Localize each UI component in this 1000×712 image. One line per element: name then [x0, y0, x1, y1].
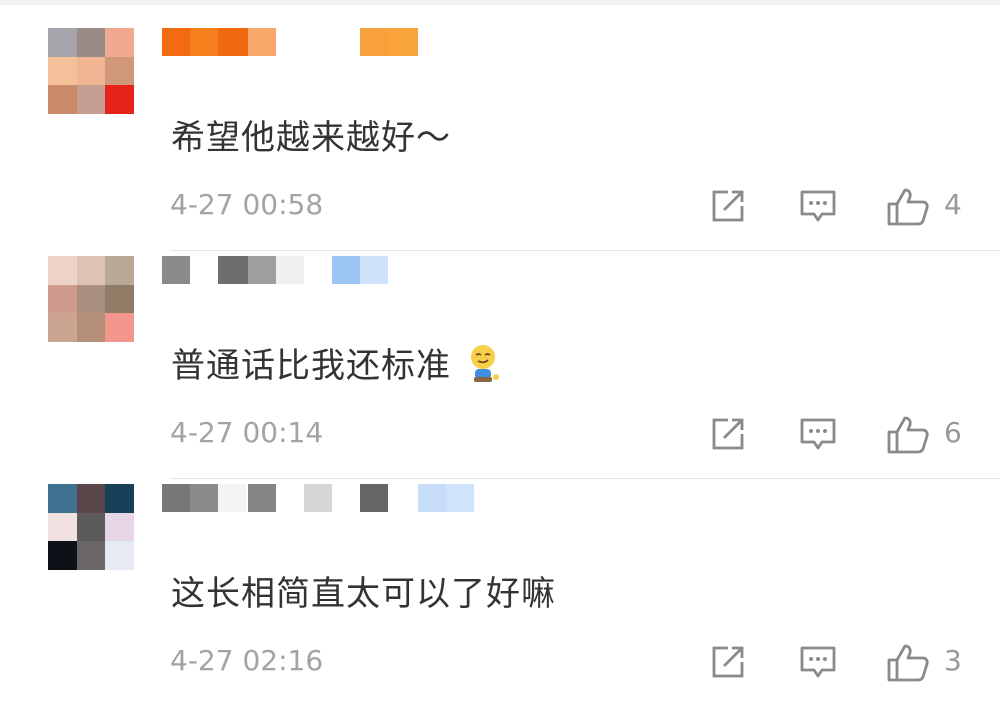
- avatar-pixel: [105, 512, 134, 542]
- name-pixel: [332, 256, 360, 284]
- avatar-pixel: [105, 85, 134, 114]
- smirk-emoji-icon: [471, 345, 499, 382]
- avatar[interactable]: [48, 28, 134, 114]
- thumbs-up-icon: [887, 416, 929, 454]
- avatar-pixel: [48, 512, 77, 542]
- comment-time: 4-27 00:14: [170, 416, 324, 449]
- share-button[interactable]: [708, 642, 748, 682]
- name-pixel: [218, 256, 248, 284]
- share-icon: [712, 418, 744, 450]
- comment-icon: [800, 190, 836, 222]
- avatar-pixel: [105, 484, 134, 513]
- like-count: 3: [944, 644, 962, 677]
- like-count: 6: [944, 416, 962, 449]
- divider: [170, 478, 1000, 479]
- username-redacted[interactable]: [162, 256, 562, 286]
- comment-item: 普通话比我还标准 4-27 00:14 6: [0, 256, 1000, 484]
- comment-item: 这长相简直太可以了好嘛 4-27 02:16 3: [0, 484, 1000, 712]
- name-pixel: [304, 484, 332, 512]
- comment-icon: [800, 646, 836, 678]
- username-redacted[interactable]: [162, 28, 562, 58]
- share-button[interactable]: [708, 186, 748, 226]
- avatar-pixel: [48, 28, 77, 57]
- reply-button[interactable]: [798, 414, 838, 454]
- name-pixel: [388, 28, 418, 56]
- share-icon: [712, 646, 744, 678]
- name-pixel: [360, 484, 388, 512]
- comment-icon: [800, 418, 836, 450]
- share-button[interactable]: [708, 414, 748, 454]
- avatar-pixel: [48, 541, 77, 570]
- comment-text: 普通话比我还标准: [171, 338, 503, 387]
- avatar-pixel: [105, 56, 134, 86]
- name-pixel: [162, 28, 190, 56]
- username-redacted[interactable]: [162, 484, 562, 514]
- comment-text: 这长相简直太可以了好嘛: [171, 574, 556, 614]
- name-pixel: [360, 28, 388, 56]
- avatar-pixel: [76, 85, 106, 114]
- avatar-pixel: [76, 313, 106, 342]
- name-pixel: [218, 28, 248, 56]
- avatar-pixel: [76, 484, 106, 513]
- avatar-pixel: [48, 484, 77, 513]
- top-divider: [0, 0, 1000, 5]
- avatar-pixel: [76, 512, 106, 542]
- name-pixel: [248, 256, 276, 284]
- name-pixel: [446, 484, 474, 512]
- comment-text: 希望他越来越好～: [171, 118, 451, 158]
- like-button[interactable]: 3: [886, 642, 976, 682]
- like-button[interactable]: 6: [886, 414, 976, 454]
- avatar-pixel: [48, 284, 77, 314]
- avatar-pixel: [76, 541, 106, 570]
- name-pixel: [218, 484, 246, 512]
- like-count: 4: [944, 188, 962, 221]
- like-button[interactable]: 4: [886, 186, 976, 226]
- name-pixel: [162, 484, 190, 512]
- name-pixel: [162, 256, 190, 284]
- avatar-pixel: [48, 85, 77, 114]
- thumbs-up-icon: [887, 644, 929, 682]
- avatar-pixel: [48, 313, 77, 342]
- avatar-pixel: [105, 284, 134, 314]
- name-pixel: [190, 28, 218, 56]
- avatar[interactable]: [48, 484, 134, 570]
- comment-text-content: 普通话比我还标准: [171, 346, 451, 386]
- name-pixel: [248, 484, 276, 512]
- name-pixel: [190, 484, 218, 512]
- avatar-pixel: [76, 256, 106, 285]
- avatar-pixel: [105, 256, 134, 285]
- divider: [170, 250, 1000, 251]
- avatar-pixel: [48, 56, 77, 86]
- avatar-pixel: [76, 284, 106, 314]
- name-pixel: [360, 256, 388, 284]
- reply-button[interactable]: [798, 642, 838, 682]
- avatar-pixel: [105, 313, 134, 342]
- reply-button[interactable]: [798, 186, 838, 226]
- avatar-pixel: [76, 28, 106, 57]
- avatar-pixel: [76, 56, 106, 86]
- name-pixel: [276, 256, 304, 284]
- name-pixel: [248, 28, 276, 56]
- avatar-pixel: [48, 256, 77, 285]
- comment-item: 希望他越来越好～ 4-27 00:58 4: [0, 28, 1000, 256]
- avatar[interactable]: [48, 256, 134, 342]
- avatar-pixel: [105, 541, 134, 570]
- name-pixel: [418, 484, 446, 512]
- thumbs-up-icon: [887, 188, 929, 226]
- comment-time: 4-27 02:16: [170, 644, 324, 677]
- avatar-pixel: [105, 28, 134, 57]
- share-icon: [712, 190, 744, 222]
- comment-time: 4-27 00:58: [170, 188, 324, 221]
